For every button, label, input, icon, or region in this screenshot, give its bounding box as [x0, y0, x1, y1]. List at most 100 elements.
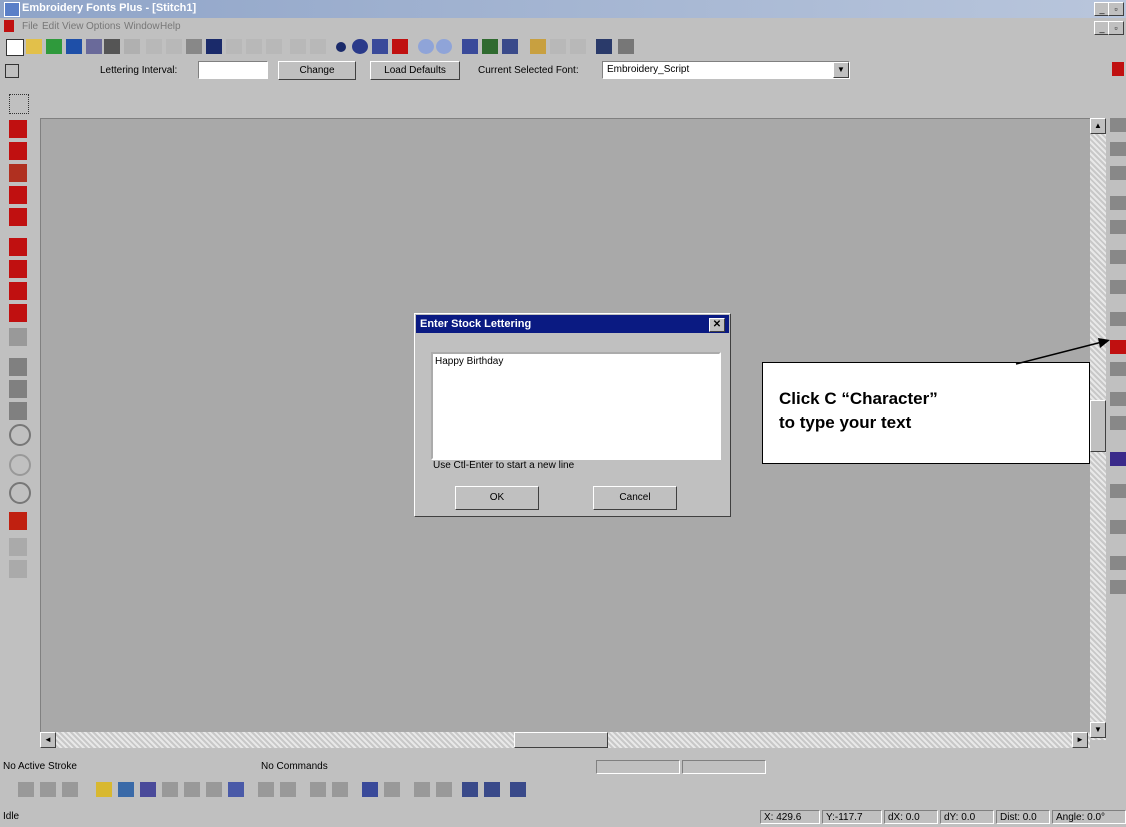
menu-edit[interactable]: Edit [42, 21, 59, 32]
menu-file[interactable]: File [22, 21, 38, 32]
zoom-out-icon[interactable] [436, 39, 452, 54]
bottom-tool-icon-17[interactable] [414, 782, 430, 797]
right-tool-icon-3[interactable] [1110, 166, 1126, 180]
right-tool-icon-14[interactable] [1110, 520, 1126, 534]
circle-tool-icon[interactable] [9, 282, 27, 300]
paste-icon[interactable] [186, 39, 202, 54]
color-icon[interactable] [352, 39, 368, 54]
open-green-icon[interactable] [46, 39, 62, 54]
right-tool-icon-8[interactable] [1110, 312, 1126, 326]
open-blue-icon[interactable] [66, 39, 82, 54]
menu-help[interactable]: Help [160, 21, 181, 32]
tool-icon-c[interactable] [266, 39, 282, 54]
ok-button[interactable]: OK [455, 486, 539, 510]
bottom-tool-icon-16[interactable] [384, 782, 400, 797]
pattern-tool-icon[interactable] [9, 164, 27, 182]
tool-icon-d[interactable] [290, 39, 306, 54]
menu-view[interactable]: View [62, 21, 84, 32]
right-tool-icon-1[interactable] [1110, 118, 1126, 132]
character-tool-icon[interactable] [9, 304, 27, 322]
star-tool-icon[interactable] [9, 142, 27, 160]
bottom-tool-icon-10[interactable] [228, 782, 244, 797]
new-file-icon[interactable] [6, 39, 24, 56]
right-tool-icon-4[interactable] [1110, 196, 1126, 210]
bottom-tool-icon-13[interactable] [310, 782, 326, 797]
bottom-tool-icon-20[interactable] [484, 782, 500, 797]
point-tool-icon[interactable] [9, 120, 27, 138]
save-icon[interactable] [86, 39, 102, 54]
tool-icon-f[interactable] [462, 39, 478, 54]
bottom-tool-icon-6[interactable] [140, 782, 156, 797]
bottom-tool-icon-3[interactable] [62, 782, 78, 797]
view-icon[interactable] [372, 39, 388, 54]
bottom-tool-icon-11[interactable] [258, 782, 274, 797]
bottom-tool-icon-8[interactable] [184, 782, 200, 797]
delete-icon[interactable] [206, 39, 222, 54]
right-tool-icon-10[interactable] [1110, 392, 1126, 406]
bottom-tool-icon-15[interactable] [362, 782, 378, 797]
vertical-scrollbar[interactable]: ▲ ▼ [1090, 118, 1106, 740]
align-left-icon[interactable] [9, 380, 27, 398]
arc-circle-icon[interactable] [9, 454, 31, 476]
right-tool-icon-12[interactable] [1110, 452, 1126, 466]
bottom-tool-icon-9[interactable] [206, 782, 222, 797]
cancel-button[interactable]: Cancel [593, 486, 677, 510]
menu-window[interactable]: Window [124, 21, 160, 32]
right-tool-icon-5[interactable] [1110, 220, 1126, 234]
bottom-tool-icon-18[interactable] [436, 782, 452, 797]
tool-icon-i[interactable] [530, 39, 546, 54]
doc-maximize-button[interactable]: ▫ [1108, 21, 1124, 35]
lettering-text-input[interactable]: Happy Birthday [431, 352, 721, 460]
right-tool-icon-13[interactable] [1110, 484, 1126, 498]
tool-icon-e[interactable] [310, 39, 326, 54]
vertical-scroll-thumb[interactable] [1090, 400, 1106, 452]
bottom-tool-icon-5[interactable] [118, 782, 134, 797]
scroll-right-icon[interactable]: ► [1072, 732, 1088, 748]
tool-icon-m[interactable] [618, 39, 634, 54]
chevron-down-icon[interactable]: ▼ [833, 62, 849, 78]
bottom-tool-icon-14[interactable] [332, 782, 348, 797]
bottom-tool-icon-12[interactable] [280, 782, 296, 797]
font-select[interactable]: Embroidery_Script ▼ [602, 61, 850, 79]
lettering-interval-input[interactable] [198, 61, 268, 79]
right-tool-icon-15[interactable] [1110, 556, 1126, 570]
right-tool-icon-2[interactable] [1110, 142, 1126, 156]
tool-icon-a[interactable] [226, 39, 242, 54]
zoom-in-icon[interactable] [418, 39, 434, 54]
load-defaults-button[interactable]: Load Defaults [370, 61, 460, 80]
monogram-tool-icon[interactable] [9, 512, 27, 530]
scroll-down-icon[interactable]: ▼ [1090, 722, 1106, 738]
right-tool-icon-6[interactable] [1110, 250, 1126, 264]
change-button[interactable]: Change [278, 61, 356, 80]
satin-tool-icon[interactable] [9, 208, 27, 226]
curve-tool-icon[interactable] [9, 260, 27, 278]
right-tool-icon-16[interactable] [1110, 580, 1126, 594]
open-folder-icon[interactable] [26, 39, 42, 54]
color-palette-icon[interactable] [1112, 62, 1124, 76]
arc-down-icon[interactable] [9, 482, 31, 504]
bottom-tool-icon-21[interactable] [510, 782, 526, 797]
cut-icon[interactable] [146, 39, 162, 54]
right-tool-icon-11[interactable] [1110, 416, 1126, 430]
align-right-icon[interactable] [9, 402, 27, 420]
arc-up-icon[interactable] [9, 424, 31, 446]
bottom-tool-icon-19[interactable] [462, 782, 478, 797]
close-icon[interactable]: ✕ [709, 318, 725, 332]
fill-tool-icon[interactable] [9, 186, 27, 204]
tool-icon-j[interactable] [550, 39, 566, 54]
horizontal-scroll-thumb[interactable] [514, 732, 608, 748]
tool-icon-h[interactable] [502, 39, 518, 54]
run-tool-icon[interactable] [9, 238, 27, 256]
scroll-left-icon[interactable]: ◄ [40, 732, 56, 748]
print-icon[interactable] [104, 39, 120, 54]
tool-icon-k[interactable] [570, 39, 586, 54]
scroll-up-icon[interactable]: ▲ [1090, 118, 1106, 134]
bottom-tool-icon-1[interactable] [18, 782, 34, 797]
bottom-tool-icon-7[interactable] [162, 782, 178, 797]
bottom-tool-icon-4[interactable] [96, 782, 112, 797]
bottom-tool-icon-2[interactable] [40, 782, 56, 797]
right-tool-icon-7[interactable] [1110, 280, 1126, 294]
tool-icon-l[interactable] [596, 39, 612, 54]
tool-icon-g[interactable] [482, 39, 498, 54]
stitch-point-icon[interactable] [336, 42, 346, 52]
